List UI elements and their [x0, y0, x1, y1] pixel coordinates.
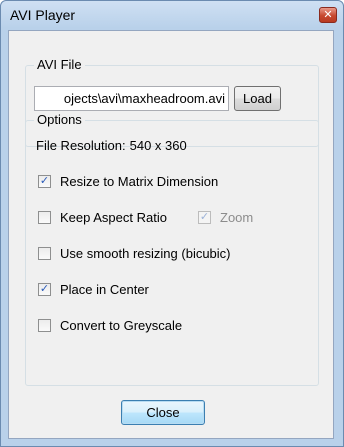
title-bar[interactable]: AVI Player ✕ — [1, 1, 343, 28]
options-group-label: Options — [34, 112, 85, 128]
load-button-label: Load — [243, 91, 272, 106]
resize-to-matrix-label: Resize to Matrix Dimension — [60, 174, 219, 189]
convert-to-greyscale-option[interactable]: Convert to Greyscale — [38, 318, 182, 333]
options-group: Options File Resolution: 540 x 360 ✓ Res… — [25, 112, 319, 386]
keep-aspect-ratio-option[interactable]: Keep Aspect Ratio — [38, 210, 167, 225]
place-in-center-label: Place in Center — [60, 282, 149, 297]
file-path-input[interactable]: ojects\avi\maxheadroom.avi — [34, 86, 229, 111]
file-resolution: File Resolution: 540 x 360 — [36, 138, 187, 153]
close-button[interactable]: Close — [121, 400, 205, 425]
zoom-option: ✓ Zoom — [198, 210, 253, 225]
zoom-checkbox: ✓ — [198, 211, 211, 224]
close-button-label: Close — [146, 405, 180, 420]
convert-to-greyscale-checkbox[interactable] — [38, 319, 51, 332]
keep-aspect-ratio-label: Keep Aspect Ratio — [60, 210, 167, 225]
client-area: AVI File ojects\avi\maxheadroom.avi Load… — [8, 30, 334, 439]
smooth-resizing-checkbox[interactable] — [38, 247, 51, 260]
window-close-button[interactable]: ✕ — [319, 7, 337, 23]
place-in-center-option[interactable]: ✓ Place in Center — [38, 282, 149, 297]
place-in-center-checkbox[interactable]: ✓ — [38, 283, 51, 296]
zoom-label: Zoom — [220, 210, 254, 225]
avi-file-group-label: AVI File — [34, 57, 85, 73]
smooth-resizing-option[interactable]: Use smooth resizing (bicubic) — [38, 246, 231, 261]
load-button[interactable]: Load — [234, 86, 281, 111]
close-icon: ✕ — [323, 8, 333, 21]
keep-aspect-ratio-checkbox[interactable] — [38, 211, 51, 224]
convert-to-greyscale-label: Convert to Greyscale — [60, 318, 183, 333]
resolution-value: 540 x 360 — [129, 138, 187, 153]
resize-to-matrix-option[interactable]: ✓ Resize to Matrix Dimension — [38, 174, 218, 189]
file-path-value: ojects\avi\maxheadroom.avi — [63, 91, 225, 106]
resize-to-matrix-checkbox[interactable]: ✓ — [38, 175, 51, 188]
smooth-resizing-label: Use smooth resizing (bicubic) — [60, 246, 231, 261]
window-title: AVI Player — [10, 7, 76, 23]
resolution-label: File Resolution: — [36, 138, 126, 153]
